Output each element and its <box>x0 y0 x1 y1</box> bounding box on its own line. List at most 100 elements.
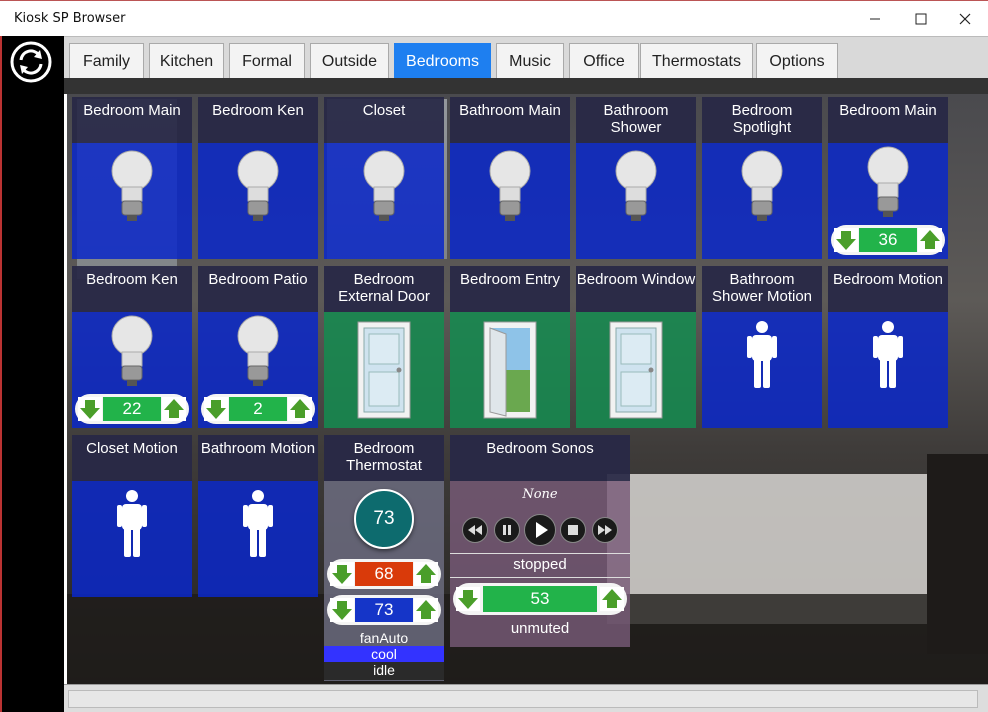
contact-sensor <box>450 312 570 428</box>
door-open-icon <box>483 321 537 419</box>
tab-office[interactable]: Office <box>569 43 639 79</box>
play-button[interactable] <box>524 514 556 546</box>
pause-icon <box>503 525 511 535</box>
motion-sensor <box>828 312 948 428</box>
next-button[interactable] <box>592 517 618 543</box>
fan-mode[interactable]: fanAuto <box>324 630 444 646</box>
window-edge <box>0 36 2 712</box>
tab-kitchen[interactable]: Kitchen <box>149 43 224 79</box>
rewind-icon <box>468 525 482 535</box>
dimmer-level: 36 <box>859 228 917 252</box>
tile-title: Bedroom Ken <box>198 97 318 143</box>
tile-title: Bedroom Main <box>72 97 192 143</box>
door-closed-icon <box>357 321 411 419</box>
light-switch[interactable] <box>576 143 696 259</box>
mute-status[interactable]: unmuted <box>450 620 630 637</box>
playback-status: stopped <box>513 556 567 573</box>
tab-options[interactable]: Options <box>756 43 838 79</box>
lightbulb-icon <box>489 150 531 221</box>
volume-control: 53 <box>453 583 627 615</box>
refresh-button[interactable] <box>9 40 53 84</box>
person-icon <box>747 321 777 388</box>
tile-title: Closet Motion <box>72 435 192 481</box>
tab-formal[interactable]: Formal <box>229 43 305 79</box>
tile-title: Bathroom Shower <box>576 97 696 143</box>
tab-bedrooms[interactable]: Bedrooms <box>394 43 491 79</box>
track-title: None <box>522 487 558 502</box>
pause-button[interactable] <box>494 517 520 543</box>
sonos-panel: None stopped 53 unmuted <box>450 481 630 647</box>
arrow-up-icon[interactable] <box>600 587 624 611</box>
dimmer-control: 36 <box>831 225 945 255</box>
arrow-down-icon[interactable] <box>204 397 228 421</box>
close-button[interactable] <box>942 1 988 37</box>
divider <box>450 553 630 554</box>
stop-icon <box>568 525 578 535</box>
motion-sensor <box>702 312 822 428</box>
left-sidebar <box>0 36 64 712</box>
lightbulb-icon <box>111 315 153 386</box>
tile-title: Bedroom Motion <box>828 266 948 312</box>
arrow-up-icon[interactable] <box>414 562 438 586</box>
arrow-down-icon[interactable] <box>456 587 480 611</box>
tab-thermostats[interactable]: Thermostats <box>640 43 753 79</box>
tile-title: Bathroom Main <box>450 97 570 143</box>
arrow-up-icon[interactable] <box>414 598 438 622</box>
background-nightstand <box>927 454 988 654</box>
person-icon <box>117 490 147 557</box>
arrow-up-icon[interactable] <box>288 397 312 421</box>
light-switch[interactable] <box>450 143 570 259</box>
arrow-up-icon[interactable] <box>162 397 186 421</box>
light-switch[interactable]: 36 <box>828 143 948 259</box>
tile-title: Bedroom Spotlight <box>702 97 822 143</box>
maximize-button[interactable] <box>898 1 944 37</box>
kiosk-window: Kiosk SP Browser Family Kitchen Formal O… <box>0 0 988 712</box>
light-switch[interactable] <box>702 143 822 259</box>
arrow-down-icon[interactable] <box>330 598 354 622</box>
person-icon <box>243 490 273 557</box>
minimize-button[interactable] <box>852 1 898 37</box>
arrow-up-icon[interactable] <box>918 228 942 252</box>
tab-music[interactable]: Music <box>496 43 564 79</box>
tile-title: Bedroom Main <box>828 97 948 143</box>
previous-button[interactable] <box>462 517 488 543</box>
lightbulb-icon <box>111 150 153 221</box>
light-switch[interactable] <box>72 143 192 259</box>
arrow-down-icon[interactable] <box>330 562 354 586</box>
tile-title: Bedroom Sonos <box>450 435 630 481</box>
light-switch[interactable] <box>198 143 318 259</box>
arrow-down-icon[interactable] <box>834 228 858 252</box>
lightbulb-icon <box>363 150 405 221</box>
dimmer-level: 2 <box>229 397 287 421</box>
tile-title: Bedroom Patio <box>198 266 318 312</box>
dimmer-level: 22 <box>103 397 161 421</box>
light-switch[interactable]: 22 <box>72 312 192 428</box>
fast-forward-icon <box>598 525 612 535</box>
divider <box>450 577 630 578</box>
tile-title: Bedroom Entry <box>450 266 570 312</box>
heat-setpoint-control: 68 <box>327 559 441 589</box>
lightbulb-icon <box>741 150 783 221</box>
light-switch[interactable]: 2 <box>198 312 318 428</box>
scrollbar-track[interactable] <box>68 690 978 708</box>
light-switch[interactable] <box>324 143 444 259</box>
heat-setpoint: 68 <box>355 562 413 586</box>
dimmer-control: 22 <box>75 394 189 424</box>
dimmer-control: 2 <box>201 394 315 424</box>
minimize-icon <box>870 18 880 20</box>
tile-title: Bathroom Motion <box>198 435 318 481</box>
lightbulb-icon <box>237 150 279 221</box>
lightbulb-icon <box>615 150 657 221</box>
tile-title: Closet <box>324 97 444 143</box>
cool-setpoint: 73 <box>355 598 413 622</box>
thermostat-mode[interactable]: cool <box>324 646 444 662</box>
stop-button[interactable] <box>560 517 586 543</box>
tab-outside[interactable]: Outside <box>310 43 389 79</box>
play-icon <box>536 522 548 538</box>
tile-title: Bedroom Thermostat <box>324 435 444 481</box>
arrow-down-icon[interactable] <box>78 397 102 421</box>
tile-title: Bedroom Ken <box>72 266 192 312</box>
refresh-icon <box>10 41 52 83</box>
tab-family[interactable]: Family <box>69 43 144 79</box>
thermostat-panel: 73 68 73 fanAuto cool idle <box>324 481 444 681</box>
